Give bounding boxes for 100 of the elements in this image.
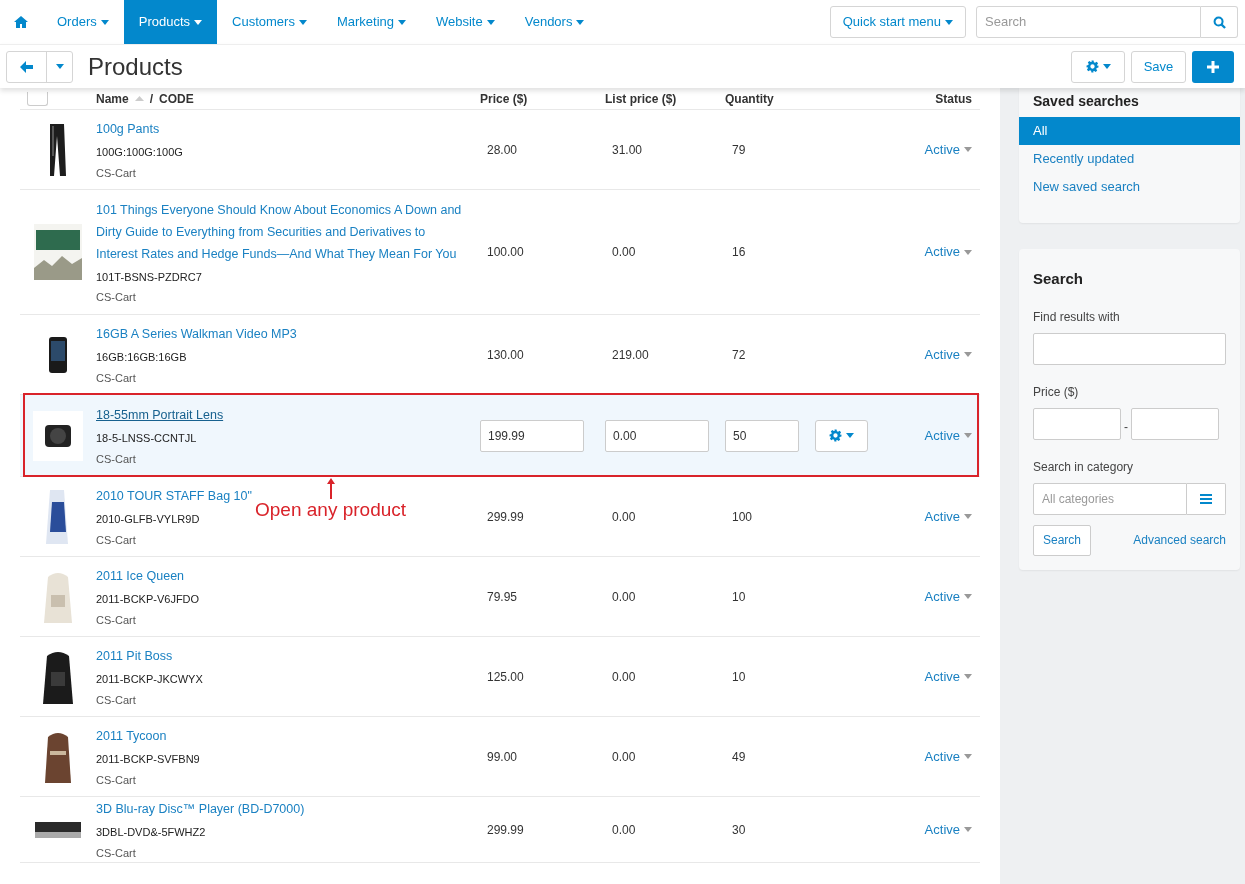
plus-icon	[1207, 60, 1219, 73]
page-title: Products	[88, 51, 183, 82]
table-cell-text: 79	[731, 142, 746, 157]
caret-icon	[486, 19, 495, 25]
input-field[interactable]: 0.00	[605, 419, 709, 452]
input-field[interactable]	[1131, 407, 1219, 440]
product-link[interactable]: 18-55mm Portrait Lens	[96, 404, 224, 426]
caret-icon	[846, 433, 854, 438]
vendor-name: CS-Cart	[96, 370, 136, 386]
search-field[interactable]: Search	[976, 6, 1201, 38]
column-header[interactable]: Name	[96, 89, 129, 108]
table-cell-text: 99.00	[486, 749, 518, 764]
status-dropdown[interactable]: Active	[924, 586, 972, 607]
settings-button[interactable]	[815, 419, 868, 452]
range-separator: -	[1124, 418, 1128, 436]
caret-icon	[964, 827, 972, 832]
product-code: 2011-BCKP-SVFBN9	[96, 752, 200, 767]
field-label: Search in category	[1033, 458, 1135, 476]
search-button[interactable]: Search	[1033, 524, 1092, 556]
column-header[interactable]: Status	[935, 91, 972, 106]
caret-icon	[964, 147, 972, 152]
product-code: 101T-BSNS-PZDRC7	[96, 269, 202, 285]
table-cell-text: 31.00	[611, 142, 643, 157]
settings-button[interactable]	[1071, 50, 1125, 83]
add-button[interactable]	[1192, 50, 1234, 83]
nav-tab[interactable]: Products	[123, 0, 218, 44]
saved-search-item[interactable]: Recently updated	[1019, 145, 1240, 173]
menu-icon	[1200, 493, 1212, 504]
table-cell-text: 299.99	[486, 509, 524, 524]
status-dropdown[interactable]: Active	[924, 425, 972, 446]
product-link[interactable]: 2011 Pit Boss	[96, 645, 173, 667]
vendor-name: CS-Cart	[96, 165, 136, 181]
table-cell-text: 299.99	[486, 822, 524, 837]
table-cell-text: 100	[731, 509, 753, 524]
select-all-checkbox[interactable]	[27, 91, 48, 106]
column-header[interactable]: Price ($)	[480, 91, 528, 106]
table-cell-text: 130.00	[486, 347, 524, 362]
product-code: 2011-BCKP-JKCWYX	[96, 672, 203, 687]
table-cell-text: 72	[731, 347, 746, 362]
vendor-name: CS-Cart	[96, 532, 136, 548]
column-header[interactable]: List price ($)	[605, 91, 677, 106]
status-dropdown[interactable]: Active	[924, 506, 972, 527]
annotation-text: Open any product	[255, 499, 407, 521]
search-button[interactable]	[1201, 6, 1238, 38]
column-header[interactable]: CODE	[159, 89, 194, 108]
status-dropdown[interactable]: Active	[924, 344, 972, 365]
caret-icon	[55, 64, 64, 69]
table-cell-text: 16	[731, 245, 746, 259]
advanced-search-link[interactable]: Advanced search	[1133, 531, 1226, 549]
product-link[interactable]: 16GB A Series Walkman Video MP3	[96, 323, 297, 345]
search-icon	[1212, 15, 1226, 29]
input-field[interactable]	[1033, 332, 1226, 365]
table-cell-text: 30	[731, 822, 746, 837]
caret-icon	[945, 19, 953, 25]
caret-icon	[100, 19, 109, 25]
product-link[interactable]: 2011 Ice Queen	[96, 565, 185, 587]
input-field[interactable]: 50	[725, 419, 799, 452]
caret-icon	[964, 514, 972, 519]
status-dropdown[interactable]: Active	[924, 242, 972, 262]
status-dropdown[interactable]: Active	[924, 819, 972, 840]
nav-tab[interactable]: Orders	[42, 0, 124, 44]
caret-icon	[964, 754, 972, 759]
caret-icon	[1102, 64, 1111, 69]
nav-tab[interactable]: Marketing	[321, 0, 421, 44]
caret-icon	[964, 594, 972, 599]
input-field[interactable]	[1033, 407, 1121, 440]
caret-icon	[576, 19, 585, 25]
panel-title: Saved searches	[1032, 92, 1140, 110]
status-dropdown[interactable]: Active	[924, 139, 972, 160]
sort-arrow-icon	[134, 96, 144, 101]
table-cell-text: 10	[731, 589, 746, 604]
product-link[interactable]: 3D Blu-ray Disc™ Player (BD-D7000)	[96, 798, 305, 820]
input-field[interactable]: 199.99	[480, 419, 584, 452]
column-header[interactable]: Quantity	[725, 91, 774, 106]
gear-icon	[829, 429, 842, 442]
product-link[interactable]: 2010 TOUR STAFF Bag 10"	[96, 485, 252, 507]
product-link[interactable]: 2011 Tycoon	[96, 725, 167, 747]
category-picker-button[interactable]	[1187, 482, 1226, 515]
status-dropdown[interactable]: Active	[924, 746, 972, 767]
vendor-name: CS-Cart	[96, 692, 136, 708]
caret-icon	[964, 352, 972, 357]
product-link[interactable]: 100g Pants	[96, 118, 160, 140]
panel-title: Search	[1033, 269, 1085, 289]
product-code: 16GB:16GB:16GB	[96, 350, 187, 365]
field-label: Price ($)	[1033, 383, 1080, 401]
nav-tab[interactable]: Website	[421, 0, 510, 44]
saved-search-item[interactable]: All	[1019, 117, 1240, 145]
save-button[interactable]: Save	[1131, 50, 1186, 83]
table-cell-text: 100.00	[486, 245, 524, 259]
quick-start-menu-button[interactable]: Quick start menu	[829, 6, 966, 38]
table-cell-text: 28.00	[486, 142, 518, 157]
product-code: 3DBL-DVD&-5FWHZ2	[96, 825, 206, 840]
saved-search-item[interactable]: New saved search	[1019, 173, 1240, 201]
product-link[interactable]: 101 Things Everyone Should Know About Economics A Down and Dirty Guide to Everything from Securities and Derivatives to Interest Rates and Hedge Funds—And What They Mean For You	[96, 198, 464, 265]
nav-tab[interactable]: Customers	[217, 0, 322, 44]
nav-tab[interactable]: Vendors	[509, 0, 600, 44]
status-dropdown[interactable]: Active	[924, 666, 972, 687]
vendor-name: CS-Cart	[96, 845, 136, 861]
category-field[interactable]: All categories	[1033, 482, 1187, 515]
arrow-left-icon	[20, 60, 33, 73]
